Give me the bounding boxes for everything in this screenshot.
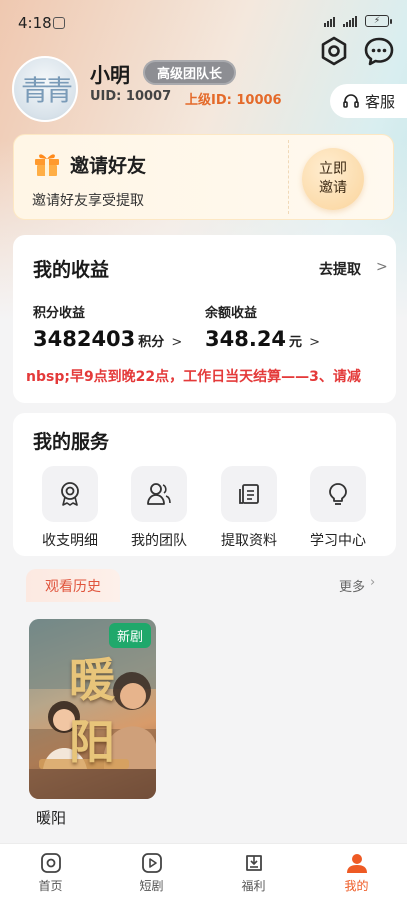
service-label: 我的团队 <box>131 533 187 549</box>
user-id: UID: 10007 <box>90 89 172 104</box>
chevron-right-icon: > <box>309 335 320 350</box>
balance-value-link[interactable]: 348.24 元 > <box>205 327 320 351</box>
invite-button-line1: 立即 <box>319 161 347 177</box>
drama-poster[interactable]: 暖 阳 新剧 <box>29 619 156 799</box>
balance-unit: 元 <box>289 335 303 350</box>
service-learning-center[interactable]: 学习中心 <box>293 466 383 550</box>
tab-home[interactable]: 首页 <box>0 852 101 894</box>
service-my-team[interactable]: 我的团队 <box>114 466 204 550</box>
poster-title-art: 暖 阳 <box>69 649 115 773</box>
chevron-right-icon[interactable]: > <box>376 259 388 275</box>
parent-id: 上级ID: 10006 <box>185 93 282 108</box>
status-time: 4:18 <box>18 14 52 32</box>
status-indicators: ⚡ <box>324 15 392 27</box>
service-label: 提取资料 <box>221 533 277 549</box>
balance-value: 348.24 <box>205 327 287 351</box>
wifi-signal-icon <box>324 15 335 27</box>
tab-short-drama[interactable]: 短剧 <box>101 852 202 894</box>
username: 小明 <box>90 63 130 87</box>
tab-label: 我的 <box>344 879 369 893</box>
customer-service-label: 客服 <box>365 92 396 111</box>
poster-char: 暖 <box>69 653 115 707</box>
invite-title: 邀请好友 <box>70 155 147 177</box>
withdraw-link[interactable]: 去提取 <box>319 259 361 279</box>
service-label: 收支明细 <box>42 533 98 549</box>
chevron-right-icon: > <box>171 335 183 350</box>
gift-box-icon <box>245 855 262 871</box>
earnings-title: 我的收益 <box>33 259 110 281</box>
avatar-text: 青青 <box>20 74 73 107</box>
new-drama-badge: 新剧 <box>108 623 151 648</box>
services-title: 我的服务 <box>33 431 110 453</box>
balance-label: 余额收益 <box>205 306 258 321</box>
invite-subtitle: 邀请好友享受提取 <box>32 193 144 209</box>
chevron-right-icon[interactable]: › <box>370 575 375 590</box>
invite-now-button[interactable]: 立即 邀请 <box>302 148 364 210</box>
lightbulb-icon <box>310 466 366 522</box>
points-value: 3482403 <box>33 327 136 351</box>
document-icon <box>221 466 277 522</box>
profile-icon <box>346 854 367 873</box>
invite-button-line2: 邀请 <box>319 180 347 196</box>
drama-title[interactable]: 暖阳 <box>36 807 66 828</box>
points-label: 积分收益 <box>33 306 86 321</box>
customer-service-button[interactable]: 客服 <box>330 84 407 118</box>
gift-icon <box>32 148 62 178</box>
headset-icon <box>343 94 359 108</box>
home-icon <box>40 853 61 873</box>
notice-marquee: nbsp;早9点到晚22点，工作日当天结算——3、请减 <box>26 366 386 388</box>
bottom-tab-bar: 首页 短剧 福利 我的 <box>0 843 407 900</box>
avatar[interactable]: 青青 <box>12 56 78 122</box>
tab-label: 首页 <box>38 879 63 893</box>
app-notification-icon <box>53 17 65 29</box>
hexagon-settings-icon <box>321 36 347 66</box>
medal-icon <box>42 466 98 522</box>
chat-bubble-icon <box>364 37 394 66</box>
notice-text: nbsp;早9点到晚22点，工作日当天结算——3、请减 <box>26 369 361 385</box>
message-button[interactable] <box>363 35 395 67</box>
team-icon <box>131 466 187 522</box>
more-link[interactable]: 更多 <box>339 576 365 595</box>
invite-divider <box>288 140 289 214</box>
points-unit: 积分 <box>138 335 165 350</box>
points-value-link[interactable]: 3482403 积分 > <box>33 327 182 351</box>
tab-label: 福利 <box>241 879 266 893</box>
tab-label: 短剧 <box>139 879 164 893</box>
service-label: 学习中心 <box>310 533 366 549</box>
poster-char: 阳 <box>69 715 115 769</box>
cell-signal-icon <box>343 15 357 27</box>
service-income-details[interactable]: 收支明细 <box>25 466 115 550</box>
tab-welfare[interactable]: 福利 <box>203 852 304 894</box>
role-badge: 高级团队长 <box>143 60 237 85</box>
settings-button[interactable] <box>318 35 350 67</box>
play-icon <box>141 853 162 873</box>
battery-icon: ⚡ <box>365 15 392 27</box>
tab-watch-history[interactable]: 观看历史 <box>26 569 120 602</box>
tab-me[interactable]: 我的 <box>306 852 407 894</box>
service-withdraw-info[interactable]: 提取资料 <box>204 466 294 550</box>
